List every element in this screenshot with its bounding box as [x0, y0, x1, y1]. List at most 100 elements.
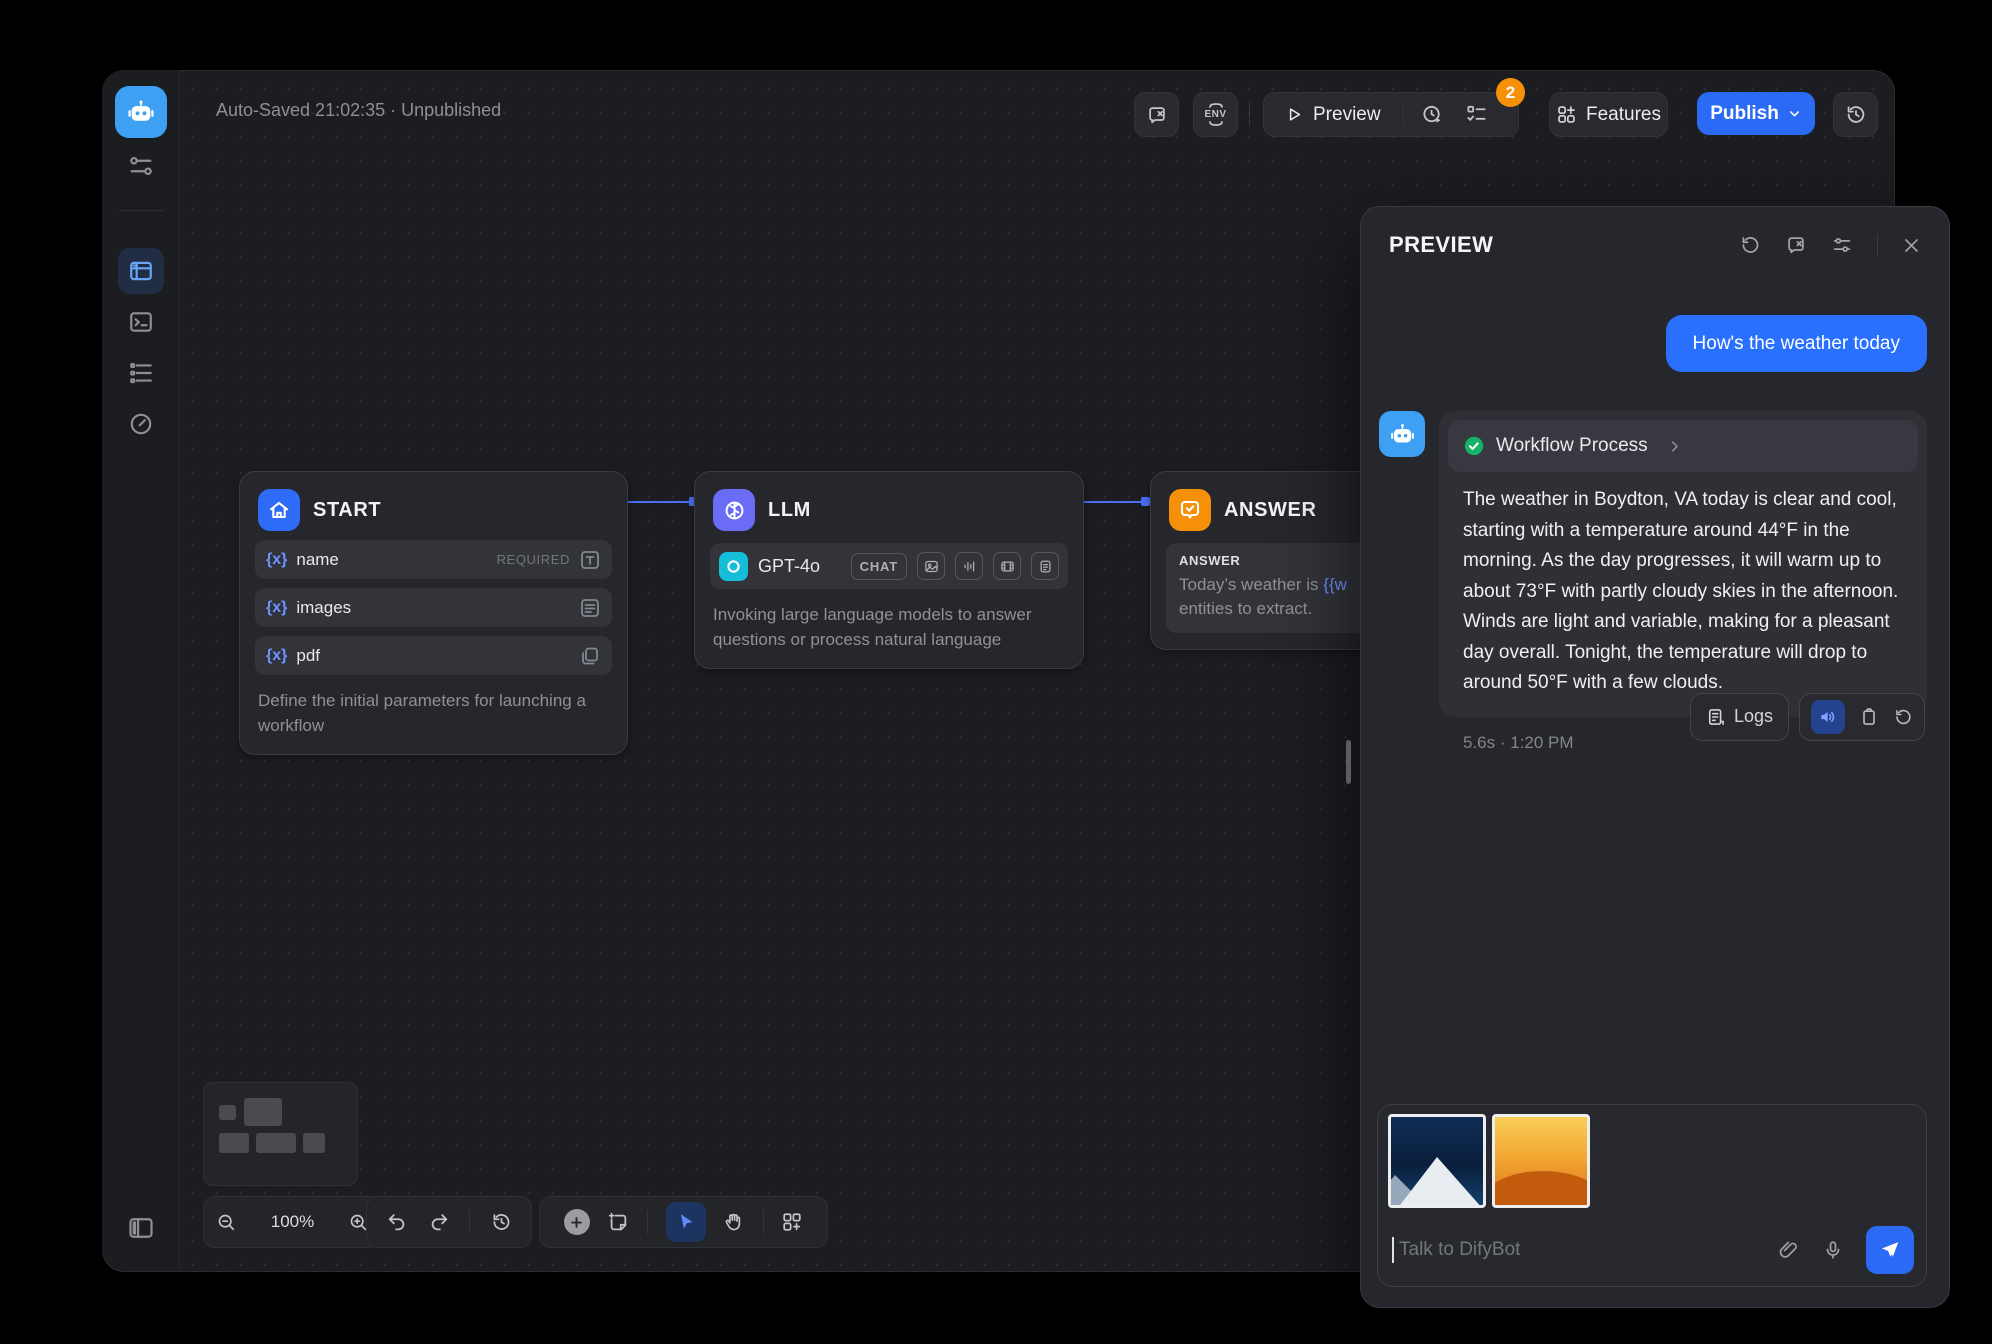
video-capability-icon: [993, 552, 1021, 580]
chat-mode-badge: CHAT: [851, 553, 907, 580]
add-node-button[interactable]: [564, 1209, 590, 1235]
start-field-images: {x} images: [255, 588, 612, 627]
answer-bubble-icon: [1169, 489, 1211, 531]
microphone-icon[interactable]: [1822, 1239, 1844, 1261]
preview-button-group: Preview: [1263, 92, 1519, 137]
zoom-control: 100%: [203, 1196, 382, 1248]
add-note-button[interactable]: [1134, 92, 1179, 137]
document-capability-icon: [1031, 552, 1059, 580]
workflow-process-bar[interactable]: Workflow Process: [1448, 420, 1918, 472]
required-badge: REQUIRED: [497, 552, 570, 567]
canvas-minimap[interactable]: [203, 1082, 358, 1186]
sidebar-item-logs[interactable]: [118, 350, 164, 396]
workflow-icon[interactable]: [127, 152, 155, 180]
divider: [1877, 234, 1878, 256]
vision-capability-icon: [917, 552, 945, 580]
publish-button[interactable]: Publish: [1697, 92, 1815, 135]
llm-brain-icon: [713, 489, 755, 531]
pointer-tool[interactable]: [666, 1202, 706, 1242]
bot-message-group: Workflow Process The weather in Boydton,…: [1439, 411, 1927, 753]
divider: [469, 1210, 470, 1234]
panel-resize-handle[interactable]: [1346, 740, 1351, 784]
variable-token: {x}: [266, 647, 287, 665]
send-button[interactable]: [1866, 1226, 1914, 1274]
collapse-sidebar-icon[interactable]: [127, 1214, 155, 1242]
env-variables-button[interactable]: ENV: [1193, 92, 1238, 137]
checklist-count-badge: 2: [1496, 78, 1525, 107]
toolbar-divider: [1249, 102, 1250, 126]
settings-sliders-icon[interactable]: [1831, 234, 1853, 256]
model-name: GPT-4o: [758, 556, 841, 577]
preview-panel-title: PREVIEW: [1389, 232, 1715, 258]
features-button[interactable]: Features: [1549, 92, 1668, 137]
chevron-right-icon: [1667, 439, 1682, 454]
answer-variable: {{w: [1323, 575, 1347, 594]
preview-panel-header: PREVIEW: [1361, 207, 1949, 283]
user-message-bubble: How's the weather today: [1666, 315, 1927, 372]
zoom-level[interactable]: 100%: [264, 1212, 322, 1232]
sidebar-item-monitoring[interactable]: [118, 401, 164, 447]
difybot-logo[interactable]: [115, 86, 167, 138]
zoom-out-button[interactable]: [216, 1212, 237, 1233]
paragraph-type-icon: [579, 597, 601, 619]
node-description: Define the initial parameters for launch…: [255, 688, 612, 738]
sidebar-divider: [118, 210, 164, 211]
run-history-button[interactable]: [1404, 103, 1461, 126]
copy-button[interactable]: [1859, 707, 1879, 727]
run-clock-icon: [1421, 103, 1444, 126]
redo-button[interactable]: [428, 1211, 450, 1233]
close-panel-icon[interactable]: [1902, 236, 1921, 255]
divider: [763, 1210, 764, 1234]
preview-run-button[interactable]: Preview: [1264, 104, 1403, 126]
chat-input-row: [1392, 1221, 1914, 1279]
attachment-sunset-dune-photo[interactable]: [1492, 1114, 1590, 1208]
start-field-pdf: {x} pdf: [255, 636, 612, 675]
success-check-icon: [1463, 435, 1485, 457]
divider: [647, 1210, 648, 1234]
openai-logo: [719, 552, 748, 581]
sidebar-item-terminal[interactable]: [118, 299, 164, 345]
audio-capability-icon: [955, 552, 983, 580]
bot-avatar: [1379, 411, 1425, 457]
start-field-name: {x} name REQUIRED: [255, 540, 612, 579]
checklist-button[interactable]: [1461, 103, 1502, 126]
organize-nodes-tool[interactable]: [781, 1211, 803, 1233]
bot-message-text: The weather in Boydton, VA today is clea…: [1448, 472, 1918, 701]
message-action-group: [1799, 693, 1925, 741]
edge-connector: [1141, 497, 1150, 506]
hand-tool[interactable]: [723, 1211, 745, 1233]
undo-redo-control: [366, 1196, 532, 1248]
conversation-note-button[interactable]: [1785, 234, 1807, 256]
chevron-down-icon: [1787, 106, 1802, 121]
node-start[interactable]: START {x} name REQUIRED {x} images {x} p…: [239, 471, 628, 755]
node-title: ANSWER: [1224, 499, 1317, 522]
attachment-mountain-photo[interactable]: [1388, 1114, 1486, 1208]
sidebar-item-preview[interactable]: [118, 248, 164, 294]
chat-input[interactable]: [1397, 1238, 1778, 1262]
attach-file-icon[interactable]: [1778, 1239, 1800, 1261]
node-title: LLM: [768, 499, 811, 522]
regenerate-button[interactable]: [1893, 707, 1913, 727]
speaker-button[interactable]: [1811, 700, 1845, 734]
logs-button[interactable]: Logs: [1690, 693, 1789, 741]
add-note-tool[interactable]: [607, 1211, 629, 1233]
home-icon: [258, 489, 300, 531]
undo-button[interactable]: [386, 1211, 408, 1233]
restart-conversation-button[interactable]: [1739, 234, 1761, 256]
node-start-header: START: [255, 487, 612, 531]
node-llm-header: LLM: [710, 487, 1068, 531]
files-type-icon: [579, 645, 601, 667]
node-llm[interactable]: LLM GPT-4o CHAT: [694, 471, 1084, 669]
text-type-icon: [579, 549, 601, 571]
text-caret: [1392, 1237, 1394, 1263]
message-actions: Logs: [1690, 693, 1925, 741]
note-x-icon: [1146, 104, 1168, 126]
autosave-status: Auto-Saved 21:02:35 · Unpublished: [216, 100, 501, 121]
variable-token: {x}: [266, 599, 287, 617]
version-history-button[interactable]: [1833, 92, 1878, 137]
history-icon: [1844, 103, 1867, 126]
checklist-icon: [1465, 103, 1488, 126]
node-description: Invoking large language models to answer…: [710, 602, 1068, 652]
change-history-button[interactable]: [490, 1211, 512, 1233]
play-icon: [1286, 106, 1303, 123]
